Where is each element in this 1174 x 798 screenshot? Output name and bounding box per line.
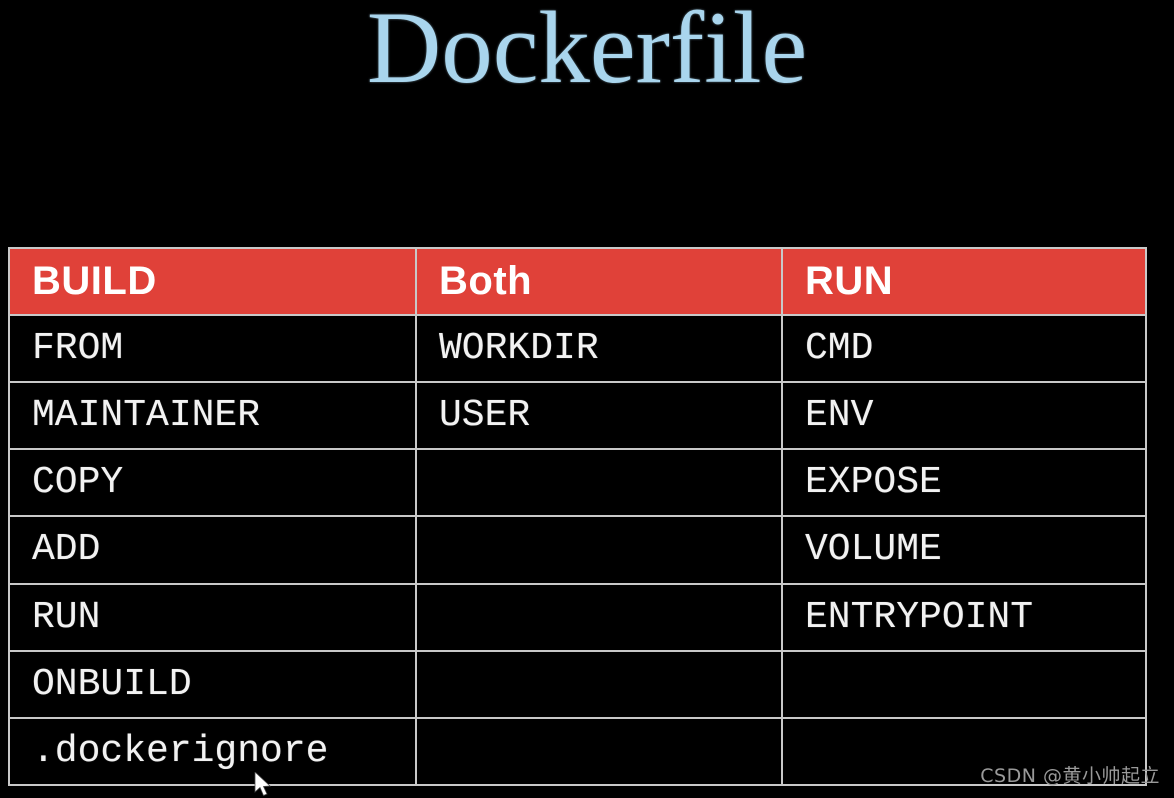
page-title: Dockerfile	[366, 0, 808, 105]
table-body: FROM WORKDIR CMD MAINTAINER USER ENV COP…	[8, 313, 1147, 787]
cell-both-empty	[415, 649, 783, 719]
table-row: MAINTAINER USER ENV	[8, 381, 1147, 451]
cell-run-directive: EXPOSE	[781, 448, 1147, 518]
cell-build-directive: ONBUILD	[8, 649, 417, 719]
table-row: ONBUILD	[8, 649, 1147, 719]
cell-build-directive: COPY	[8, 448, 417, 518]
table-row: ADD VOLUME	[8, 515, 1147, 585]
column-header-build: BUILD	[8, 247, 417, 316]
table-row: FROM WORKDIR CMD	[8, 313, 1147, 384]
table-row: RUN ENTRYPOINT	[8, 582, 1147, 652]
cell-build-directive: ADD	[8, 515, 417, 585]
cell-build-directive: RUN	[8, 582, 417, 652]
cell-both-empty	[415, 582, 783, 652]
cell-both-empty	[415, 515, 783, 585]
cell-both-empty	[415, 448, 783, 518]
cell-run-empty	[781, 649, 1147, 719]
table-row: .dockerignore	[8, 716, 1147, 787]
column-header-run: RUN	[781, 247, 1147, 316]
cell-both-directive: USER	[415, 381, 783, 451]
title-area: Dockerfile	[0, 0, 1174, 230]
cell-build-directive: .dockerignore	[8, 716, 417, 787]
cell-build-directive: FROM	[8, 313, 417, 384]
table-row: COPY EXPOSE	[8, 448, 1147, 518]
cell-run-directive: ENV	[781, 381, 1147, 451]
column-header-both: Both	[415, 247, 783, 316]
cell-build-directive: MAINTAINER	[8, 381, 417, 451]
cell-run-directive: VOLUME	[781, 515, 1147, 585]
csdn-watermark: CSDN @黄小帅起立	[980, 765, 1160, 787]
dockerfile-directives-table: BUILD Both RUN FROM WORKDIR CMD MAINTAIN…	[8, 247, 1147, 787]
cell-run-directive: CMD	[781, 313, 1147, 384]
cell-run-directive: ENTRYPOINT	[781, 582, 1147, 652]
cell-both-directive: WORKDIR	[415, 313, 783, 384]
cell-both-empty	[415, 716, 783, 787]
table-header-row: BUILD Both RUN	[8, 247, 1147, 316]
